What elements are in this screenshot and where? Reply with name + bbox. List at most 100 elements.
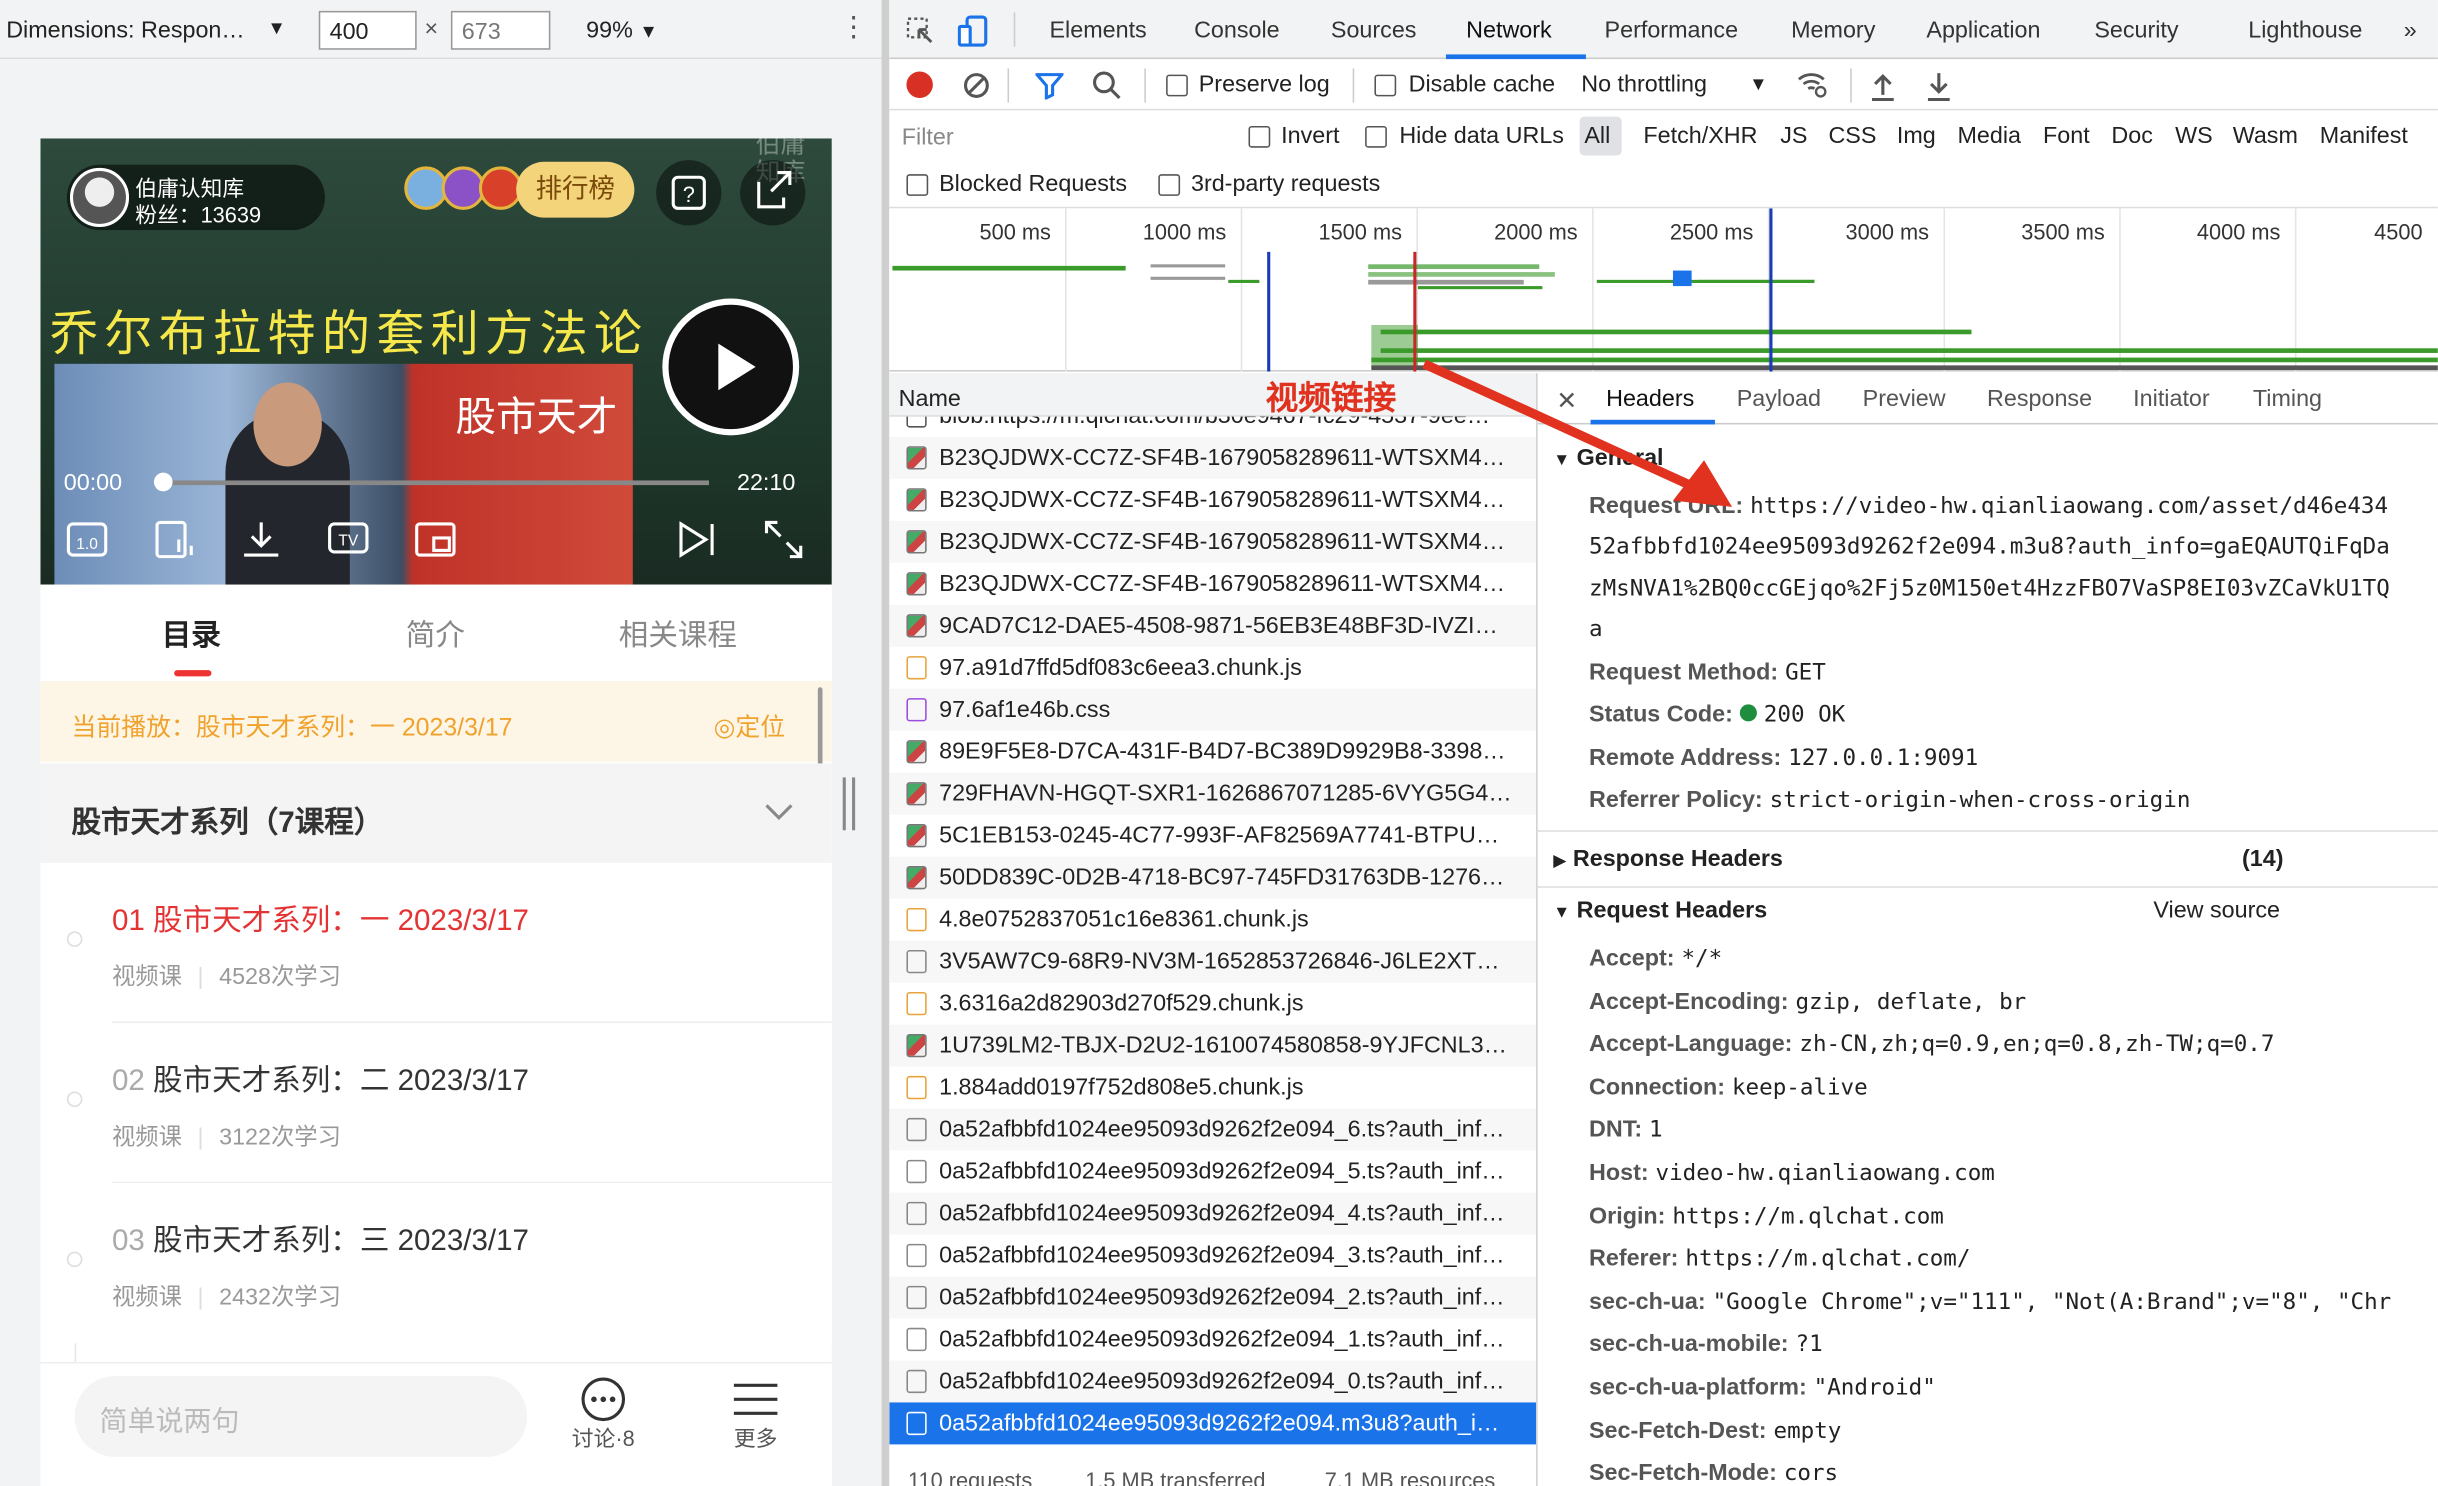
series-header[interactable]: 股市天才系列（7课程） [40,763,832,863]
help-icon[interactable]: ? [656,160,722,226]
play-icon[interactable] [662,298,800,436]
tab-console[interactable]: Console [1194,17,1280,43]
tab-application[interactable]: Application [1926,17,2040,43]
clear-icon[interactable] [962,72,990,100]
fullscreen-icon[interactable] [762,518,806,562]
tab-lighthouse[interactable]: Lighthouse [2248,17,2362,43]
record-icon[interactable] [906,71,933,98]
request-row[interactable]: 3V5AW7C9-68R9-NV3M-1652853726846-J6LE2XT… [889,940,1537,983]
request-row[interactable]: 50DD839C-0D2B-4718-BC97-745FD31763DB-127… [889,856,1537,899]
more-button[interactable]: 更多 [725,1376,787,1454]
search-icon[interactable] [1091,70,1122,101]
height-input[interactable]: 673 [450,10,551,50]
overflow-chevron-icon[interactable]: » [2404,17,2417,43]
discuss-button[interactable]: 讨论·8 [569,1376,637,1454]
tab-memory[interactable]: Memory [1791,17,1875,43]
share-icon[interactable] [740,160,806,226]
lesson-item[interactable]: 03 股市天才系列：三 2023/3/17 视频课 | 2432次学习 [40,1183,832,1344]
audio-mode-icon[interactable] [152,518,196,562]
filter-type-all[interactable]: All [1579,116,1622,156]
request-row[interactable]: 3.6316a2d82903d270f529.chunk.js [889,983,1536,1025]
request-row[interactable]: 97.a91d7ffd5df083c6eea3.chunk.js [889,647,1536,689]
tab-timing[interactable]: Timing [2253,386,2322,412]
request-row[interactable]: 0a52afbbfd1024ee95093d9262f2e094_3.ts?au… [889,1235,1536,1277]
tab-initiator[interactable]: Initiator [2133,386,2210,412]
export-har-icon[interactable] [1925,70,1953,102]
request-row[interactable]: 5C1EB153-0245-4C77-993F-AF82569A7741-BTP… [889,815,1536,857]
download-icon[interactable] [239,518,283,562]
filter-type-wasm[interactable]: Wasm [2233,123,2298,149]
chevron-down-icon[interactable]: ▼ [1749,73,1767,95]
request-row[interactable]: 0a52afbbfd1024ee95093d9262f2e094_5.ts?au… [889,1151,1536,1193]
filter-type-manifest[interactable]: Manifest [2320,123,2408,149]
request-row[interactable]: 97.6af1e46b.css [889,688,1537,731]
pip-icon[interactable] [414,518,458,562]
tab-sources[interactable]: Sources [1331,17,1417,43]
filter-type-ws[interactable]: WS [2175,123,2213,149]
blocked-requests-checkbox[interactable] [906,174,929,196]
rank-button[interactable]: 排行榜 [516,161,635,218]
hide-data-urls-checkbox[interactable] [1365,125,1387,148]
tv-cast-icon[interactable]: TV [327,518,371,562]
import-har-icon[interactable] [1869,70,1897,102]
tab-security[interactable]: Security [2094,17,2178,43]
tab-catalog[interactable]: 目录 [162,613,221,655]
video-player[interactable]: 伯庸知库 伯庸认知库 粉丝：13639 排行榜 ? 乔尔布拉特的套利方法论 股市… [40,138,832,585]
tab-elements[interactable]: Elements [1049,17,1146,43]
panel-splitter[interactable] [881,0,890,1486]
request-row[interactable]: 0a52afbbfd1024ee95093d9262f2e094_2.ts?au… [889,1276,1537,1319]
filter-type-font[interactable]: Font [2043,123,2090,149]
invert-checkbox[interactable] [1248,125,1271,148]
tab-network[interactable]: Network [1466,17,1552,43]
tab-intro[interactable]: 简介 [406,613,465,655]
lesson-item[interactable]: 01 股市天才系列：一 2023/3/17 视频课 | 4528次学习 [40,862,832,1024]
chevron-down-icon[interactable] [763,801,794,823]
filter-type-doc[interactable]: Doc [2111,123,2152,149]
resize-handle[interactable] [842,777,856,831]
filter-type-fetch[interactable]: Fetch/XHR [1643,123,1757,149]
request-row[interactable]: 1U739LM2-TBJX-D2U2-1610074580858-9YJFCNL… [889,1024,1537,1067]
disable-cache-checkbox[interactable] [1374,74,1397,97]
request-row[interactable]: 0a52afbbfd1024ee95093d9262f2e094_0.ts?au… [889,1360,1537,1403]
chevron-down-icon[interactable]: ▼ [267,17,285,39]
inspect-icon[interactable] [905,16,936,47]
view-source-button[interactable]: View source [2153,897,2280,923]
filter-input[interactable]: Filter [895,116,1223,156]
network-conditions-icon[interactable] [1796,68,1830,99]
next-icon[interactable] [675,518,719,562]
locate-button[interactable]: ◎定位 [714,706,785,743]
request-row[interactable]: 4.8e0752837051c16e8361.chunk.js [889,899,1536,941]
third-party-checkbox[interactable] [1158,174,1181,196]
zoom-select[interactable]: 99% ▼ [586,17,658,43]
filter-type-img[interactable]: Img [1897,123,1936,149]
request-row[interactable]: 0a52afbbfd1024ee95093d9262f2e094.m3u8?au… [889,1402,1537,1445]
lesson-item[interactable]: 02 股市天才系列：二 2023/3/17 视频课 | 3122次学习 [40,1023,832,1184]
comment-input[interactable]: 简单说两句 [74,1375,528,1457]
request-row[interactable]: 0a52afbbfd1024ee95093d9262f2e094_1.ts?au… [889,1318,1536,1360]
progress-bar[interactable] [164,480,709,486]
filter-type-css[interactable]: CSS [1828,123,1876,149]
filter-type-js[interactable]: JS [1780,123,1807,149]
more-vert-icon[interactable]: ⋮ [840,11,868,44]
throttling-select[interactable]: No throttling [1581,72,1707,98]
tab-performance[interactable]: Performance [1605,17,1739,43]
filter-type-media[interactable]: Media [1957,123,2021,149]
author-chip[interactable]: 伯庸认知库 粉丝：13639 [66,164,325,231]
device-toggle-icon[interactable] [957,14,989,48]
speed-icon[interactable]: 1.0 [65,518,109,562]
request-row[interactable]: 729FHAVN-HGQT-SXR1-1626867071285-6VYG5G4… [889,772,1537,815]
tab-related[interactable]: 相关课程 [619,613,737,655]
width-input[interactable]: 400 [318,10,417,50]
dimensions-select[interactable]: Dimensions: Respon… [6,17,245,43]
preserve-log-checkbox[interactable] [1166,74,1188,97]
request-row[interactable]: 9CAD7C12-DAE5-4508-9871-56EB3E48BF3D-IVZ… [889,604,1537,647]
request-row[interactable]: B23QJDWX-CC7Z-SF4B-1679058289611-WTSXM4… [889,563,1536,605]
progress-handle[interactable] [153,472,173,492]
request-row[interactable]: 0a52afbbfd1024ee95093d9262f2e094_4.ts?au… [889,1192,1537,1235]
request-row[interactable]: 0a52afbbfd1024ee95093d9262f2e094_6.ts?au… [889,1108,1537,1151]
request-row[interactable]: 89E9F5E8-D7CA-431F-B4D7-BC389D9929B8-339… [889,731,1536,773]
tab-preview[interactable]: Preview [1863,386,1946,412]
request-row[interactable]: 1.884add0197f752d808e5.chunk.js [889,1067,1536,1109]
tab-response[interactable]: Response [1987,386,2092,412]
request-headers-toggle[interactable]: ▼ Request Headers [1553,897,1767,923]
